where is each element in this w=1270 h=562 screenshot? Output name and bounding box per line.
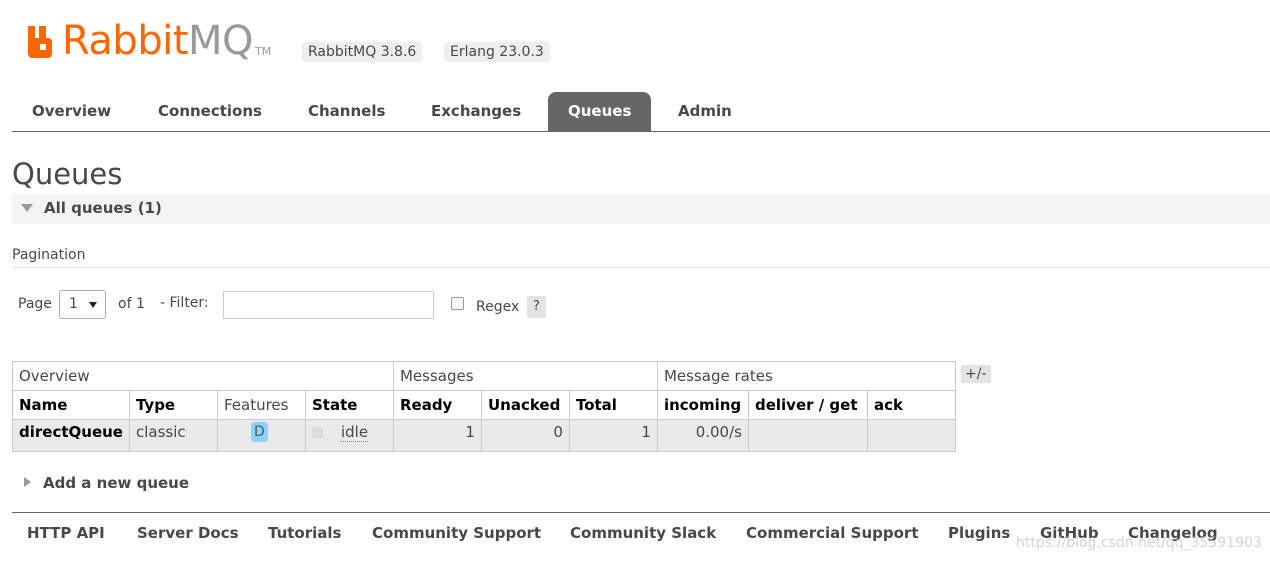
page-label: Page xyxy=(18,296,52,312)
queue-features-cell: D xyxy=(216,419,306,452)
column-header-incoming[interactable]: incoming xyxy=(656,390,749,420)
filter-label: - Filter: xyxy=(160,295,209,311)
queues-table: Overview Messages Message rates Name Typ… xyxy=(12,361,956,452)
queue-name-link[interactable]: directQueue xyxy=(19,423,123,441)
erlang-version-badge: Erlang 23.0.3 xyxy=(444,42,550,62)
incoming-rate-cell: 0.00/s xyxy=(656,419,749,452)
footer-link-community-slack[interactable]: Community Slack xyxy=(570,524,716,542)
total-count-cell: 1 xyxy=(568,419,658,452)
all-queues-section-toggle[interactable]: All queues (1) xyxy=(12,193,1270,224)
queue-state-text: idle xyxy=(340,423,369,442)
footer-link-server-docs[interactable]: Server Docs xyxy=(137,524,239,542)
page-select[interactable]: 1 xyxy=(59,290,106,319)
column-header-features: Features xyxy=(216,390,306,420)
rabbit-logo-icon xyxy=(28,26,52,58)
column-header-deliver-get[interactable]: deliver / get xyxy=(747,390,868,420)
column-header-type[interactable]: Type xyxy=(128,390,218,420)
queue-type-cell: classic xyxy=(128,419,218,452)
tab-queues[interactable]: Queues xyxy=(548,92,652,131)
chevron-down-icon xyxy=(89,302,97,308)
tab-channels[interactable]: Channels xyxy=(288,92,405,131)
toggle-columns-button[interactable]: +/- xyxy=(961,365,991,383)
footer-link-http-api[interactable]: HTTP API xyxy=(27,524,105,542)
column-header-ack[interactable]: ack xyxy=(866,390,956,420)
filter-input[interactable] xyxy=(223,291,434,319)
group-header-message-rates: Message rates xyxy=(656,361,956,391)
regex-label: Regex xyxy=(476,299,520,315)
page-count-text: of 1 xyxy=(118,296,145,312)
column-header-name[interactable]: Name xyxy=(12,390,130,420)
main-nav-tabs: Overview Connections Channels Exchanges … xyxy=(12,92,1270,132)
tab-overview[interactable]: Overview xyxy=(12,92,131,131)
regex-help-button[interactable]: ? xyxy=(527,296,546,318)
collapse-triangle-icon xyxy=(21,204,33,212)
expand-triangle-icon xyxy=(24,477,31,487)
rabbitmq-logo[interactable]: RabbitMQ TM xyxy=(26,20,271,62)
rabbitmq-version-badge: RabbitMQ 3.8.6 xyxy=(302,42,423,62)
column-header-ready[interactable]: Ready xyxy=(392,390,482,420)
watermark-text: https://blog.csdn.net/qq_35591903 xyxy=(1016,535,1262,551)
footer-link-commercial-support[interactable]: Commercial Support xyxy=(746,524,919,542)
table-row: directQueue classic D idle 1 0 1 0.00/s xyxy=(12,419,956,452)
add-queue-label: Add a new queue xyxy=(43,474,190,492)
group-header-messages: Messages xyxy=(392,361,658,391)
column-header-unacked[interactable]: Unacked xyxy=(480,390,570,420)
state-indicator-icon xyxy=(311,427,323,438)
queue-name-cell[interactable]: directQueue xyxy=(12,419,130,452)
footer-link-tutorials[interactable]: Tutorials xyxy=(268,524,341,542)
tab-connections[interactable]: Connections xyxy=(138,92,282,131)
page-select-value: 1 xyxy=(69,296,78,312)
ready-count-cell: 1 xyxy=(392,419,482,452)
unacked-count-cell: 0 xyxy=(480,419,570,452)
column-header-state[interactable]: State xyxy=(304,390,394,420)
page-title: Queues xyxy=(12,157,123,191)
all-queues-label: All queues (1) xyxy=(44,199,162,217)
durable-feature-badge: D xyxy=(250,422,268,442)
add-queue-section-toggle[interactable]: Add a new queue xyxy=(24,474,189,492)
footer-link-plugins[interactable]: Plugins xyxy=(948,524,1010,542)
queue-state-cell: idle xyxy=(304,419,394,452)
footer-link-community-support[interactable]: Community Support xyxy=(372,524,541,542)
group-header-overview: Overview xyxy=(12,361,394,391)
pagination-heading: Pagination xyxy=(12,247,86,263)
pagination-divider xyxy=(12,267,1270,268)
tab-admin[interactable]: Admin xyxy=(658,92,752,131)
ack-rate-cell xyxy=(866,419,956,452)
deliver-get-rate-cell xyxy=(747,419,868,452)
logo-wordmark: RabbitMQ xyxy=(62,18,254,64)
tab-exchanges[interactable]: Exchanges xyxy=(411,92,541,131)
trademark-mark: TM xyxy=(255,45,272,58)
column-header-total[interactable]: Total xyxy=(568,390,658,420)
regex-checkbox[interactable] xyxy=(451,297,464,310)
footer-divider xyxy=(12,512,1270,513)
